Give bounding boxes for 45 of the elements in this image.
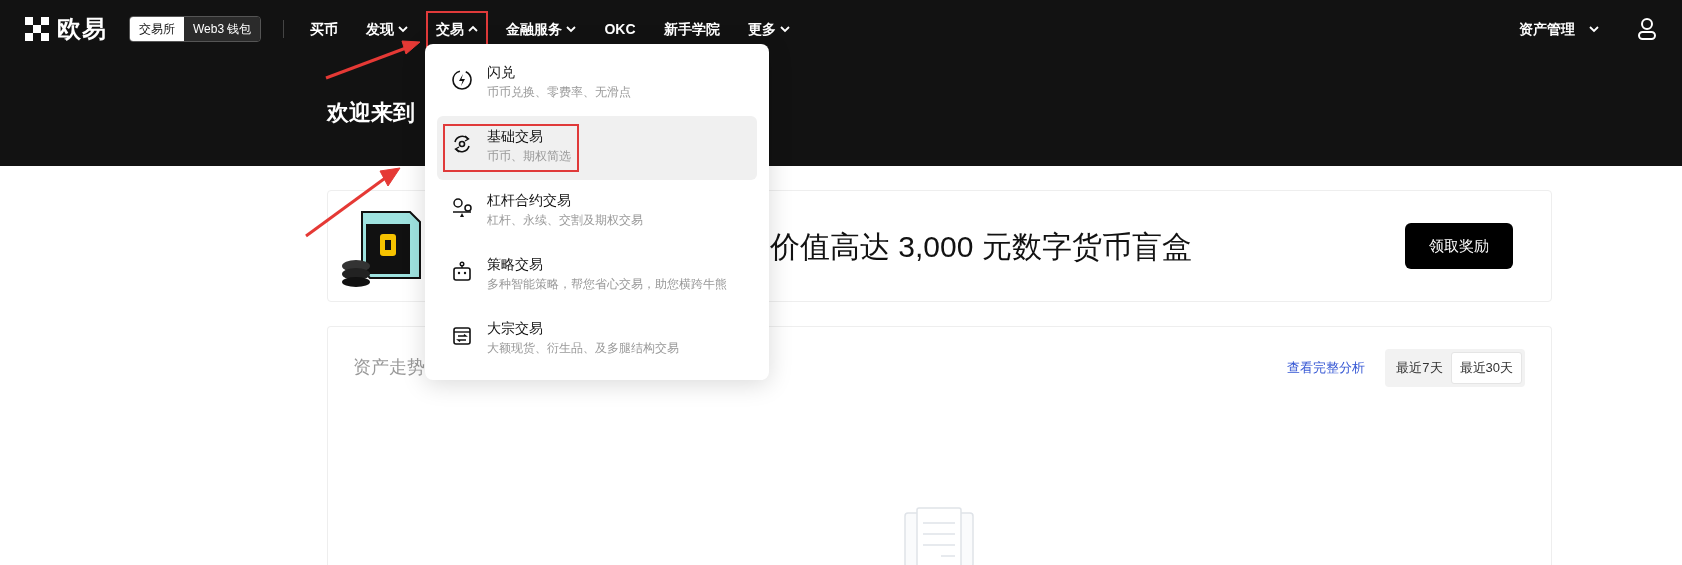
caret-icon (1589, 24, 1599, 34)
nav-item[interactable]: OKC (594, 10, 646, 48)
welcome-title: 欢迎来到 (327, 98, 415, 127)
nav-item[interactable]: 更多 (737, 10, 800, 48)
menu-item[interactable]: 闪兑 币币兑换、零费率、无滑点 (437, 52, 757, 116)
analysis-link[interactable]: 查看完整分析 (1287, 358, 1366, 378)
menu-item-title: 杠杆合约交易 (487, 191, 572, 210)
cycle-arrows-icon (451, 133, 473, 155)
menu-item[interactable]: 大宗交易 大额现货、衍生品、及多腿结构交易 (437, 308, 757, 372)
logo-icon (25, 17, 49, 41)
lightning-icon (451, 69, 473, 91)
range-tab[interactable]: 最近7天 (1388, 352, 1451, 384)
claim-reward-button[interactable]: 领取奖励 (1405, 222, 1513, 270)
mode-tab[interactable]: 交易所 (130, 17, 184, 41)
asset-menu[interactable]: 资产管理 (1509, 10, 1609, 48)
caret-icon (468, 24, 479, 34)
balance-icon (451, 197, 473, 219)
menu-item-title: 闪兑 (487, 63, 516, 82)
caret-icon (566, 24, 577, 34)
robot-icon (451, 261, 473, 283)
menu-item-subtitle: 大额现货、衍生品、及多腿结构交易 (487, 340, 679, 357)
menu-item[interactable]: 杠杆合约交易 杠杆、永续、交割及期权交易 (437, 180, 757, 244)
range-tab[interactable]: 最近30天 (1450, 352, 1522, 384)
nav-item[interactable]: 新手学院 (653, 10, 730, 48)
nav-item[interactable]: 金融服务 (496, 10, 587, 48)
menu-item-subtitle: 杠杆、永续、交割及期权交易 (487, 212, 643, 229)
banner-text: 价值高达 3,000 元数字货币盲盒 (770, 228, 1192, 265)
mode-tab[interactable]: Web3 钱包 (184, 17, 261, 41)
menu-item-title: 大宗交易 (487, 319, 544, 338)
nav-item[interactable]: 买币 (300, 10, 349, 48)
menu-item-title: 基础交易 (487, 127, 544, 146)
menu-item-subtitle: 币币兑换、零费率、无滑点 (487, 84, 631, 101)
swap-box-icon (451, 325, 473, 347)
menu-item-title: 策略交易 (487, 255, 544, 274)
empty-document-icon (903, 506, 975, 565)
caret-icon (779, 24, 790, 34)
logo-text: 欧易 (57, 14, 107, 44)
menu-item-subtitle: 币币、期权简选 (487, 148, 571, 165)
chart-title: 资产走势 (353, 356, 425, 380)
caret-icon (398, 24, 409, 34)
menu-item[interactable]: 基础交易 币币、期权简选 (437, 116, 757, 180)
nav-item[interactable]: 发现 (356, 10, 419, 48)
menu-item-subtitle: 多种智能策略，帮您省心交易，助您横跨牛熊 (487, 276, 727, 293)
user-icon[interactable] (1637, 18, 1657, 40)
menu-item[interactable]: 策略交易 多种智能策略，帮您省心交易，助您横跨牛熊 (437, 244, 757, 308)
